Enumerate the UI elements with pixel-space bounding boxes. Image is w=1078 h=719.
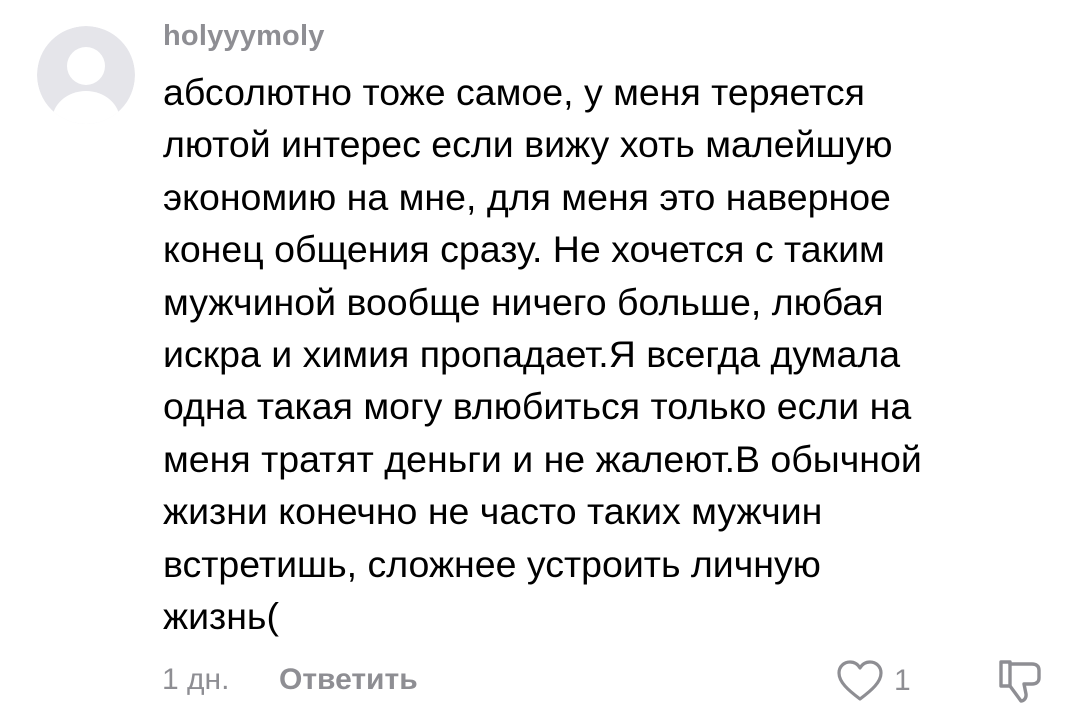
like-button[interactable]: 1 bbox=[836, 656, 911, 706]
thumbs-down-outline-icon bbox=[999, 660, 1041, 703]
comment-text-line: одна такая могу влюбиться только если на bbox=[163, 385, 912, 428]
comment-text-line: экономию на мне, для меня это наверное bbox=[163, 175, 891, 218]
dislike-button[interactable] bbox=[996, 656, 1046, 706]
avatar[interactable] bbox=[37, 26, 135, 124]
comment-text-line: встретишь, сложнее устроить личную bbox=[163, 542, 821, 585]
comment-text-line: меня тратят деньги и не жалеют.В обычной bbox=[163, 437, 922, 480]
comment-text-line: жизнь( bbox=[163, 595, 279, 638]
comment-text-line: мужчиной вообще ничего больше, любая bbox=[163, 280, 884, 323]
comment-text-line: абсолютно тоже самое, у меня теряется bbox=[163, 71, 865, 113]
comment-username[interactable]: holyyymoly bbox=[163, 16, 325, 56]
comment-text-line: искра и химия пропадает.Я всегда думала bbox=[163, 333, 901, 376]
default-avatar-icon bbox=[37, 26, 135, 124]
heart-outline-icon bbox=[837, 660, 883, 701]
comment-text-line: лютой интерес если вижу хоть малейшую bbox=[163, 123, 893, 166]
reply-button[interactable]: Ответить bbox=[279, 660, 418, 700]
comment-text: абсолютно тоже самое, у меня теряется лю… bbox=[163, 66, 1043, 642]
comment-text-line: жизни конечно не часто таких мужчин bbox=[163, 490, 823, 533]
comment-timestamp: 1 дн. bbox=[162, 663, 230, 696]
comment-text-line: конец общения сразу. Не хочется с таким bbox=[163, 228, 885, 271]
like-count: 1 bbox=[894, 664, 911, 697]
comment: holyyymoly абсолютно тоже самое, у меня … bbox=[0, 0, 1078, 719]
